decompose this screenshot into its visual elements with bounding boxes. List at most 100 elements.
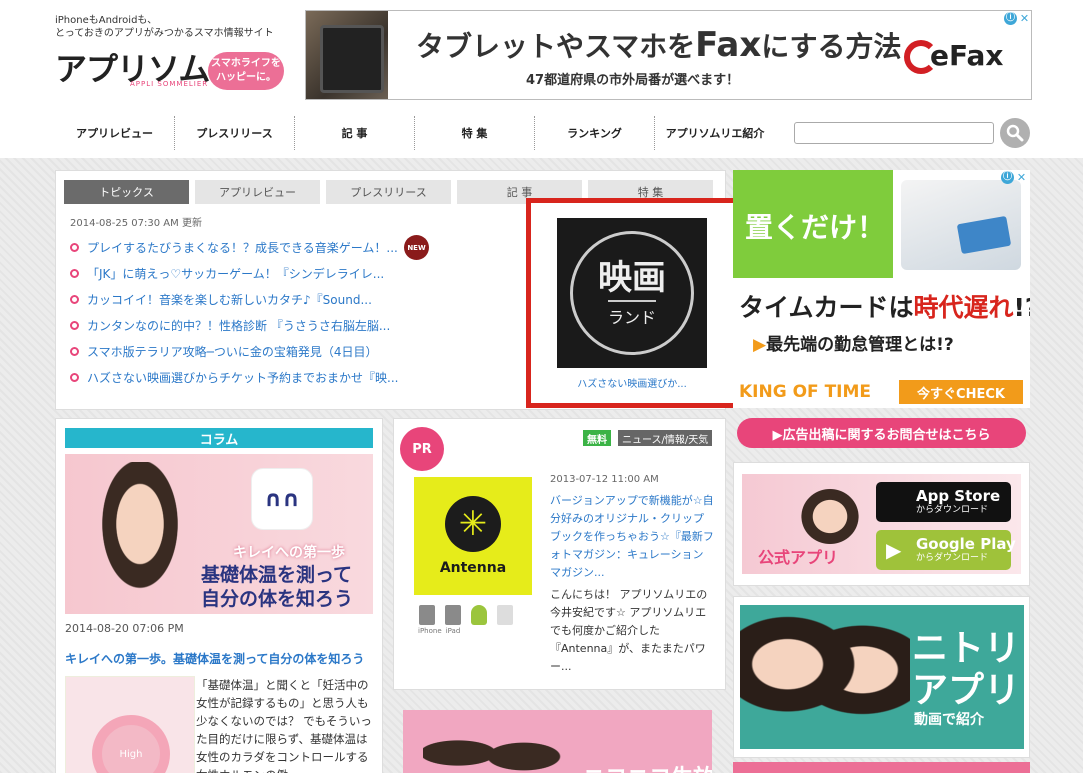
platform-ipad: iPad — [444, 605, 462, 635]
top-ad-title-pre: タブレットやスマホを — [416, 30, 696, 63]
ad-info-icon[interactable]: ⓘ — [1001, 171, 1014, 184]
bullet-icon — [70, 346, 79, 356]
nav-item-app-review[interactable]: アプリレビュー — [55, 116, 175, 150]
search-input[interactable] — [794, 122, 994, 144]
main-nav: アプリレビュー プレスリリース 記 事 特 集 ランキング アプリソムリエ紹介 — [55, 116, 775, 152]
king-of-time-logo: KING OF TIME — [739, 382, 872, 402]
antenna-burst-icon: ✳ — [445, 496, 501, 552]
column-header: コラム — [65, 428, 373, 448]
ad-green-block: 置くだけ！ — [733, 170, 893, 278]
luna-luna-app-icon: ∩∩ — [251, 468, 313, 530]
subline-text: 最先端の勤怠管理とは!? — [766, 335, 954, 355]
nav-item-articles[interactable]: 記 事 — [295, 116, 415, 150]
platform-windows — [496, 605, 514, 635]
ad-info-icon[interactable]: ⓘ — [1004, 12, 1017, 25]
topic-link[interactable]: カンタンなのに的中？！性格診断 『うさうさ右脳左脳... — [87, 317, 390, 334]
column-thumbnail[interactable]: High — [65, 676, 195, 773]
official-app-label: 公式アプリ — [758, 548, 839, 567]
ipad-icon — [445, 605, 461, 625]
nav-item-about[interactable]: アプリソムリエ紹介 — [655, 116, 775, 150]
topic-list: プレイするたびうまくなる！？成長できる音楽ゲーム！... 「JK」に萌えっ♡サッ… — [70, 234, 398, 390]
bullet-icon — [70, 268, 79, 278]
top-ad-title-fax: Fax — [695, 25, 762, 65]
card-reader-image — [901, 180, 1021, 270]
list-item[interactable]: カッコイイ！音楽を楽しむ新しいカタチ♪『Sound... — [70, 286, 398, 312]
efax-logo: eFax — [904, 39, 1003, 74]
ad-inquiry-button[interactable]: ▶広告出稿に関するお問合せはこちら — [737, 418, 1026, 448]
ad-close-icon[interactable]: ✕ — [1015, 171, 1028, 184]
app-store-button[interactable]: App Store からダウンロード — [876, 482, 1011, 522]
antenna-app-icon[interactable]: ✳ Antenna — [414, 477, 532, 595]
tagline-line-1: iPhoneもAndroidも、 — [55, 15, 158, 26]
bullet-icon — [70, 320, 79, 330]
free-tag: 無料 — [583, 430, 611, 446]
pr-excerpt: こんにちは！ アプリソムリエの今井安紀です☆ アプリソムリエでも何度かご紹介した… — [550, 588, 708, 673]
topic-link[interactable]: スマホ版テラリア攻略─ついに金の宝箱発見（4日目） — [87, 343, 378, 360]
list-item[interactable]: ハズさない映画選びからチケット予約までおまかせ『映... — [70, 364, 398, 390]
efax-brand: eFax — [930, 39, 1004, 72]
ad-right-headline: タイムカードは時代遅れ!? — [739, 288, 1030, 324]
official-app-ad[interactable]: 公式アプリ App Store からダウンロード ▶ Google Play か… — [742, 474, 1021, 574]
feature-highlight[interactable]: 映画 ランド ハズさない映画選びか... — [526, 198, 738, 408]
column-title-link[interactable]: キレイへの第一歩。基礎体温を測って自分の体を知ろう — [65, 650, 364, 667]
column-image[interactable]: ∩∩ キレイへの第一歩 基礎体温を測って 自分の体を知ろう — [65, 454, 373, 614]
windows-icon — [497, 605, 513, 625]
ad-right-subline: ▶最先端の勤怠管理とは!? — [753, 330, 954, 355]
search-button[interactable] — [1000, 118, 1030, 148]
google-play-label: Google Play — [916, 535, 1016, 553]
tab-topics[interactable]: トピックス — [64, 180, 189, 204]
site-logo-sub: APPLI SOMMELIER — [130, 80, 209, 88]
top-ad-title-post: にする方法 — [761, 30, 902, 63]
nav-item-ranking[interactable]: ランキング — [535, 116, 655, 150]
topic-link[interactable]: ハズさない映画選びからチケット予約までおまかせ『映... — [87, 369, 398, 386]
niconico-ad[interactable]: ニコニコ生放送 — [403, 710, 712, 773]
pr-date: 2013-07-12 11:00 AM — [550, 474, 659, 485]
nav-item-features[interactable]: 特 集 — [415, 116, 535, 150]
right-banner-ad[interactable]: 置くだけ！ タイムカードは時代遅れ!? ▶最先端の勤怠管理とは!? KING O… — [733, 170, 1030, 408]
nitori-app-ad[interactable]: ニトリ アプリ 動画で紹介 — [740, 605, 1024, 749]
niconico-ad-photo — [423, 718, 563, 773]
tab-press-release[interactable]: プレスリリース — [326, 180, 451, 204]
niconico-ad-text: ニコニコ生放送 — [583, 760, 712, 773]
topic-link[interactable]: 「JK」に萌えっ♡サッカーゲーム！『シンデレライレ... — [87, 265, 384, 282]
list-item[interactable]: カンタンなのに的中？！性格診断 『うさうさ右脳左脳... — [70, 312, 398, 338]
google-play-sub: からダウンロード — [916, 553, 989, 563]
platform-label: iPad — [445, 627, 461, 635]
tab-app-review[interactable]: アプリレビュー — [195, 180, 320, 204]
bottom-right-ad-edge[interactable] — [733, 762, 1030, 773]
pr-title-link[interactable]: バージョンアップで新機能が☆自分好みのオリジナル・クリップブックを作っちゃおう☆… — [550, 492, 714, 582]
topic-link[interactable]: プレイするたびうまくなる！？成長できる音楽ゲーム！... — [87, 239, 398, 256]
new-badge: NEW — [404, 235, 429, 260]
nav-item-press-release[interactable]: プレスリリース — [175, 116, 295, 150]
ic-card-image — [956, 215, 1012, 255]
logo-bubble-line-1: スマホライフを — [211, 58, 281, 69]
list-item[interactable]: プレイするたびうまくなる！？成長できる音楽ゲーム！... — [70, 234, 398, 260]
antenna-app-name: Antenna — [439, 560, 507, 576]
eiga-ring: 映画 ランド — [570, 231, 694, 355]
eiga-icon-sub: ランド — [607, 300, 656, 328]
android-icon — [471, 605, 487, 625]
check-now-button[interactable]: 今すぐCHECK — [899, 380, 1023, 404]
list-item[interactable]: スマホ版テラリア攻略─ついに金の宝箱発見（4日目） — [70, 338, 398, 364]
headline-pre: タイムカードは — [739, 293, 914, 322]
eiga-land-app-icon[interactable]: 映画 ランド — [557, 218, 707, 368]
column-image-line-2: 基礎体温を測って — [201, 564, 353, 586]
woman-photo — [790, 478, 870, 548]
topic-link[interactable]: カッコイイ！音楽を楽しむ新しいカタチ♪『Sound... — [87, 291, 372, 308]
iphone-icon — [419, 605, 435, 625]
nitori-line-3: 動画で紹介 — [914, 712, 984, 728]
topics-updated: 2014-08-25 07:30 AM 更新 — [70, 218, 202, 229]
column-image-line-1: キレイへの第一歩 — [233, 545, 345, 561]
top-banner-ad[interactable]: タブレットやスマホをFaxにする方法 47都道府県の市外局番が選べます！ eFa… — [305, 10, 1032, 100]
ad-green-text: 置くだけ！ — [745, 211, 886, 244]
category-tag[interactable]: ニュース/情報/天気 — [618, 430, 713, 446]
list-item[interactable]: 「JK」に萌えっ♡サッカーゲーム！『シンデレライレ... — [70, 260, 398, 286]
eiga-icon-title: 映画 — [598, 258, 666, 298]
nitori-ad-photo — [740, 611, 910, 749]
google-play-button[interactable]: ▶ Google Play からダウンロード — [876, 530, 1016, 570]
bullet-icon — [70, 242, 79, 252]
ad-close-icon[interactable]: ✕ — [1018, 12, 1031, 25]
headline-red: 時代遅れ — [913, 293, 1014, 322]
tablet-image — [306, 11, 388, 99]
feature-caption[interactable]: ハズさない映画選びか... — [531, 375, 733, 390]
